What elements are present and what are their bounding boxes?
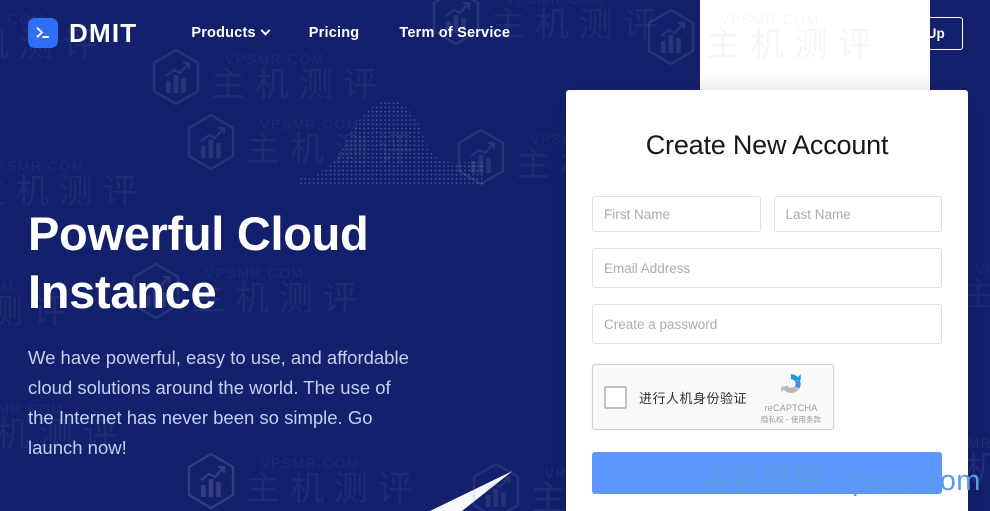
dotted-cloud-decoration [300, 101, 485, 184]
recaptcha-label: 进行人机身份验证 [639, 391, 748, 407]
hero-subtitle: We have powerful, easy to use, and affor… [28, 346, 409, 458]
password-input[interactable] [592, 304, 942, 344]
hero-title-line2: Instance [28, 264, 217, 318]
recaptcha-widget[interactable]: 进行人机身份验证 reCAPTCHA 隐私权 - 使用条款 [592, 364, 834, 430]
nav-links: Products Pricing Term of Service [191, 25, 510, 41]
signup-card: Create New Account 进行人机身份验证 reCA [566, 90, 968, 511]
brand-name: DMIT [69, 17, 138, 48]
password-field-row [592, 304, 942, 344]
signup-card-title: Create New Account [645, 130, 889, 160]
email-input[interactable] [592, 248, 942, 288]
hero-title-line1: Powerful Cloud [28, 207, 369, 260]
page-root: DMIT Products Pricing Term of Service Si… [0, 0, 990, 511]
first-name-input[interactable] [592, 196, 761, 232]
top-navbar: DMIT Products Pricing Term of Service Si… [0, 0, 990, 66]
name-field-row [592, 196, 942, 232]
nav-item-term-of-service-label: Term of Service [399, 25, 511, 41]
nav-item-products-label: Products [191, 25, 256, 41]
hero-title: Powerful Cloud Instance [28, 205, 458, 321]
brand-logo[interactable]: DMIT [28, 18, 137, 49]
footer-watermark-domain: vpsmr.com [837, 465, 981, 497]
chevron-down-icon [260, 25, 271, 36]
nav-item-pricing[interactable]: Pricing [309, 25, 360, 41]
nav-item-term-of-service[interactable]: Term of Service [399, 25, 510, 41]
recaptcha-terms[interactable]: 隐私权 - 使用条款 [757, 414, 825, 425]
footer-watermark-chinese: 主机测评 [700, 463, 824, 498]
terminal-prompt-icon [28, 18, 58, 48]
hero-section: Powerful Cloud Instance We have powerful… [28, 205, 458, 462]
nav-item-products[interactable]: Products [191, 25, 271, 41]
nav-item-pricing-label: Pricing [308, 25, 360, 41]
recaptcha-checkbox[interactable] [604, 385, 627, 409]
footer-watermark: 主机测评 vpsmr.com [700, 466, 981, 496]
signup-button[interactable]: Sign Up [874, 16, 963, 50]
last-name-input[interactable] [773, 196, 942, 232]
email-field-row [592, 248, 942, 288]
recaptcha-icon [781, 374, 801, 393]
recaptcha-branding: reCAPTCHA 隐私权 - 使用条款 [757, 371, 825, 425]
recaptcha-brand-name: reCAPTCHA [764, 403, 818, 413]
